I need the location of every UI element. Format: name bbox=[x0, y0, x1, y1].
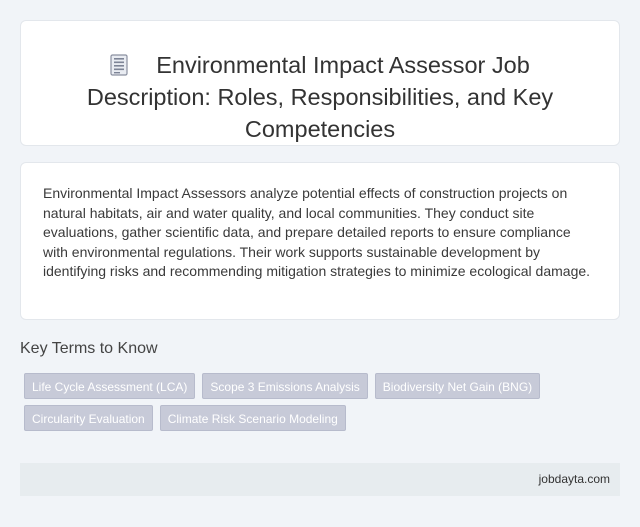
key-terms-heading: Key Terms to Know bbox=[20, 340, 158, 357]
tag-climate-risk-modeling[interactable]: Climate Risk Scenario Modeling bbox=[159, 405, 346, 431]
description-card: Environmental Impact Assessors analyze p… bbox=[20, 162, 620, 320]
footer-site-link[interactable]: jobdayta.com bbox=[539, 472, 610, 486]
tag-biodiversity-net-gain[interactable]: Biodiversity Net Gain (BNG) bbox=[374, 373, 541, 399]
footer: jobdayta.com bbox=[20, 463, 620, 496]
document-icon bbox=[110, 54, 128, 76]
tag-circularity-evaluation[interactable]: Circularity Evaluation bbox=[24, 405, 153, 431]
page-title: Environmental Impact Assessor Job Descri… bbox=[21, 21, 619, 145]
key-terms-tags: Life Cycle Assessment (LCA) Scope 3 Emis… bbox=[24, 373, 584, 431]
tag-scope-3-emissions[interactable]: Scope 3 Emissions Analysis bbox=[202, 373, 368, 399]
title-card: Environmental Impact Assessor Job Descri… bbox=[20, 20, 620, 146]
job-description: Environmental Impact Assessors analyze p… bbox=[43, 185, 591, 280]
page-title-text: Environmental Impact Assessor Job Descri… bbox=[86, 52, 554, 142]
tag-life-cycle-assessment[interactable]: Life Cycle Assessment (LCA) bbox=[24, 373, 196, 399]
